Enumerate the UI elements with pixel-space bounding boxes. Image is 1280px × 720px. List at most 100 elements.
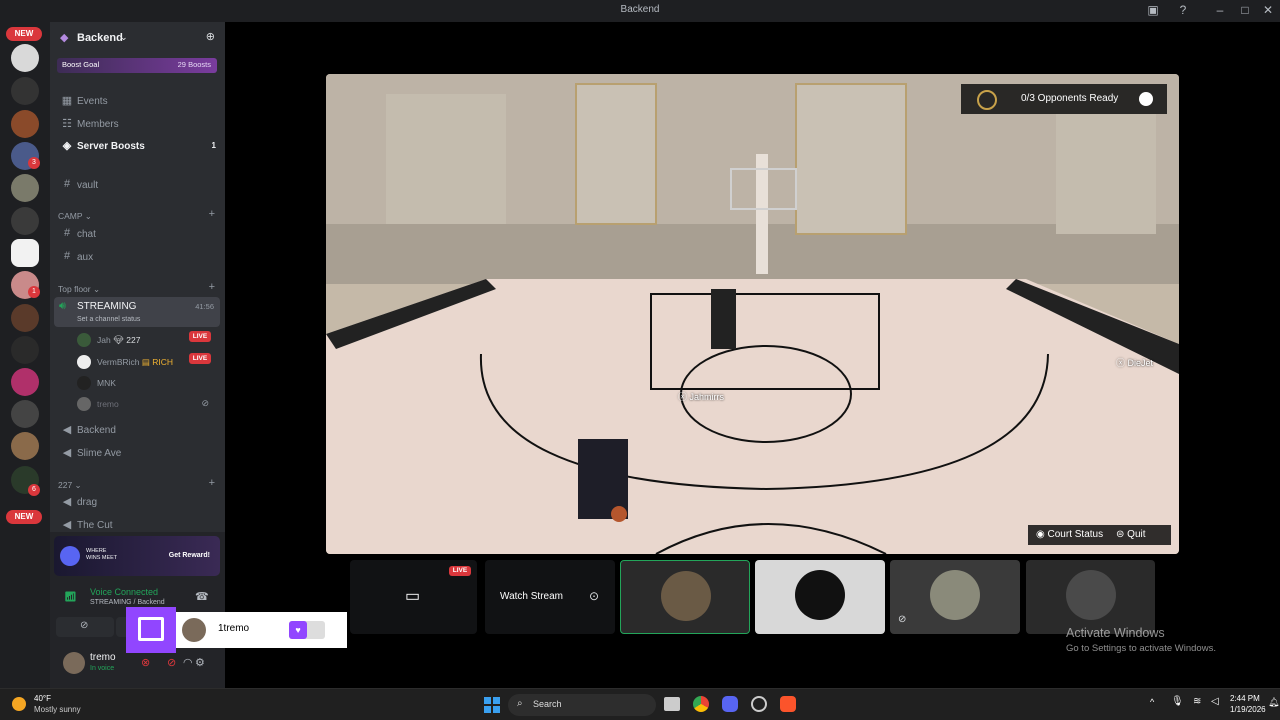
volume-icon[interactable]: ◁ [1211, 696, 1219, 707]
server-icon[interactable] [11, 368, 39, 396]
avatar [77, 376, 91, 390]
voice-user[interactable]: Jah 💎︎ 227 LIVE [77, 331, 217, 349]
mic-icon[interactable]: 🎙︎ [1171, 696, 1184, 707]
watch-stream-tile: Watch Stream ⊙ [485, 560, 615, 634]
task-view-icon[interactable] [664, 697, 680, 711]
participant-tile[interactable]: ⊘ [890, 560, 1020, 634]
server-icon[interactable] [11, 239, 39, 267]
notification-bell-icon[interactable]: 🔔︎ [1268, 697, 1279, 708]
boost-goal-label: Boost Goal [62, 60, 100, 69]
mention-badge: 1 [28, 286, 40, 298]
category-top-floor[interactable]: Top floor ⌄ [58, 284, 100, 295]
voice-timer: 41:56 [195, 302, 214, 311]
inbox-icon[interactable]: ▣ [1143, 3, 1163, 17]
get-reward-button[interactable]: Get Reward! [165, 548, 214, 564]
invite-icon[interactable]: ⊕ [206, 30, 215, 43]
nav-events[interactable]: ▦ Events [58, 93, 220, 111]
wifi-icon[interactable]: ≋ [1193, 696, 1201, 707]
camera-button[interactable]: ⊘ [56, 617, 114, 637]
opponents-ready-text: 0/3 Opponents Ready [1021, 93, 1119, 104]
participant-tile[interactable] [1026, 560, 1155, 634]
channel-slime-ave[interactable]: ◀ Slime Ave [58, 445, 220, 463]
watch-stream-button[interactable]: Watch Stream [500, 591, 563, 602]
app-icon[interactable] [751, 696, 767, 712]
camera-off-icon: ⊘ [80, 620, 89, 631]
channel-chat[interactable]: # chat [58, 226, 220, 244]
discord-icon[interactable] [722, 696, 738, 712]
category-227[interactable]: 227 ⌄ [58, 480, 82, 491]
nav-server-boosts[interactable]: ◈ Server Boosts 1 [58, 138, 220, 156]
voice-user[interactable]: tremo ⊘ [77, 395, 217, 413]
new-badge: NEW [6, 510, 42, 524]
add-channel-icon[interactable]: + [209, 477, 215, 489]
server-icon[interactable] [11, 400, 39, 428]
server-icon[interactable] [11, 432, 39, 460]
activate-windows-sub: Go to Settings to activate Windows. [1066, 643, 1216, 654]
clock-time[interactable]: 2:44 PM [1230, 694, 1260, 703]
server-name: Backend [77, 32, 123, 44]
maximize-button[interactable]: □ [1235, 3, 1255, 17]
server-icon[interactable] [11, 77, 39, 105]
close-button[interactable]: ✕ [1258, 3, 1278, 17]
settings-gear-icon[interactable]: ⚙ [195, 656, 205, 669]
court-controls: ◉ Court Status ⊜ Quit [1028, 525, 1171, 545]
server-icon[interactable] [11, 44, 39, 72]
brave-icon[interactable] [780, 696, 796, 712]
channel-backend[interactable]: ◀ Backend [58, 422, 220, 440]
avatar [930, 570, 980, 620]
server-icon[interactable] [11, 110, 39, 138]
channel-streaming[interactable]: 🔊︎ STREAMING 41:56 Set a channel status [54, 297, 220, 327]
avatar [1066, 570, 1116, 620]
boost-goal-bar[interactable]: Boost Goal 29 Boosts [57, 58, 217, 73]
popout-icon[interactable]: ⊙ [589, 589, 599, 603]
boost-count: 29 Boosts [177, 60, 211, 69]
server-icon[interactable] [11, 207, 39, 235]
speaker-icon: ◀ [62, 519, 72, 531]
participant-tile[interactable] [755, 560, 885, 634]
muted-mic-icon: ⊘ [201, 398, 209, 408]
quit-button[interactable]: ⊜ Quit [1116, 529, 1146, 540]
court-status-button[interactable]: ◉ Court Status [1036, 529, 1103, 540]
minimize-button[interactable]: – [1210, 3, 1230, 17]
activate-windows-title: Activate Windows [1066, 626, 1165, 640]
twitch-button[interactable] [126, 607, 176, 653]
mention-badge: 3 [28, 157, 40, 169]
channel-drag[interactable]: ◀ drag [58, 494, 220, 512]
clock-date[interactable]: 1/19/2026 [1230, 705, 1266, 714]
username: tremo [90, 652, 116, 663]
server-header[interactable]: ◆ Backend ⌄ ⊕ [50, 22, 225, 58]
server-icon[interactable] [11, 336, 39, 364]
promo-banner[interactable]: WHERE WINS MEET Get Reward! [54, 536, 220, 576]
disconnect-icon[interactable]: ☎ [195, 590, 209, 603]
participant-tile[interactable] [620, 560, 750, 634]
voice-user[interactable]: MNK [77, 374, 217, 392]
live-badge: LIVE [189, 331, 211, 342]
mic-muted-icon[interactable]: ⊘ [167, 656, 176, 669]
server-icon[interactable] [11, 304, 39, 332]
avatar [77, 397, 91, 411]
stream-video[interactable]: 0/3 Opponents Ready ⓧ Jahmirrs ⓧ DieJet … [326, 74, 1179, 554]
taskbar-search[interactable]: ⌕ Search [508, 694, 656, 716]
voice-user[interactable]: VermBRich ▤ RICH LIVE [77, 353, 217, 371]
add-channel-icon[interactable]: + [209, 208, 215, 220]
stream-tile[interactable]: LIVE ▭ [350, 560, 477, 634]
category-camp[interactable]: CAMP ⌄ [58, 211, 92, 222]
chevron-up-icon[interactable]: ^ [1150, 697, 1154, 707]
channel-status-input[interactable]: Set a channel status [77, 316, 140, 323]
boost-count-badge: 1 [211, 141, 216, 150]
voice-channel-link[interactable]: STREAMING / Backend [90, 599, 165, 606]
camera-off-red-icon[interactable]: ⊗ [141, 656, 150, 669]
team-icon [1139, 92, 1153, 106]
toggle-switch[interactable]: ♥ [289, 621, 325, 639]
help-icon[interactable]: ? [1173, 3, 1193, 17]
channel-vault[interactable]: # vault [58, 177, 220, 195]
headphones-icon[interactable]: ◠ [183, 656, 193, 669]
user-avatar[interactable] [63, 652, 85, 674]
chrome-icon[interactable] [693, 696, 709, 712]
add-channel-icon[interactable]: + [209, 281, 215, 293]
nav-members[interactable]: ☷ Members [58, 116, 220, 134]
game-scene [326, 74, 1179, 554]
server-icon[interactable] [11, 174, 39, 202]
windows-start-icon[interactable] [484, 697, 500, 713]
channel-aux[interactable]: # aux [58, 249, 220, 267]
